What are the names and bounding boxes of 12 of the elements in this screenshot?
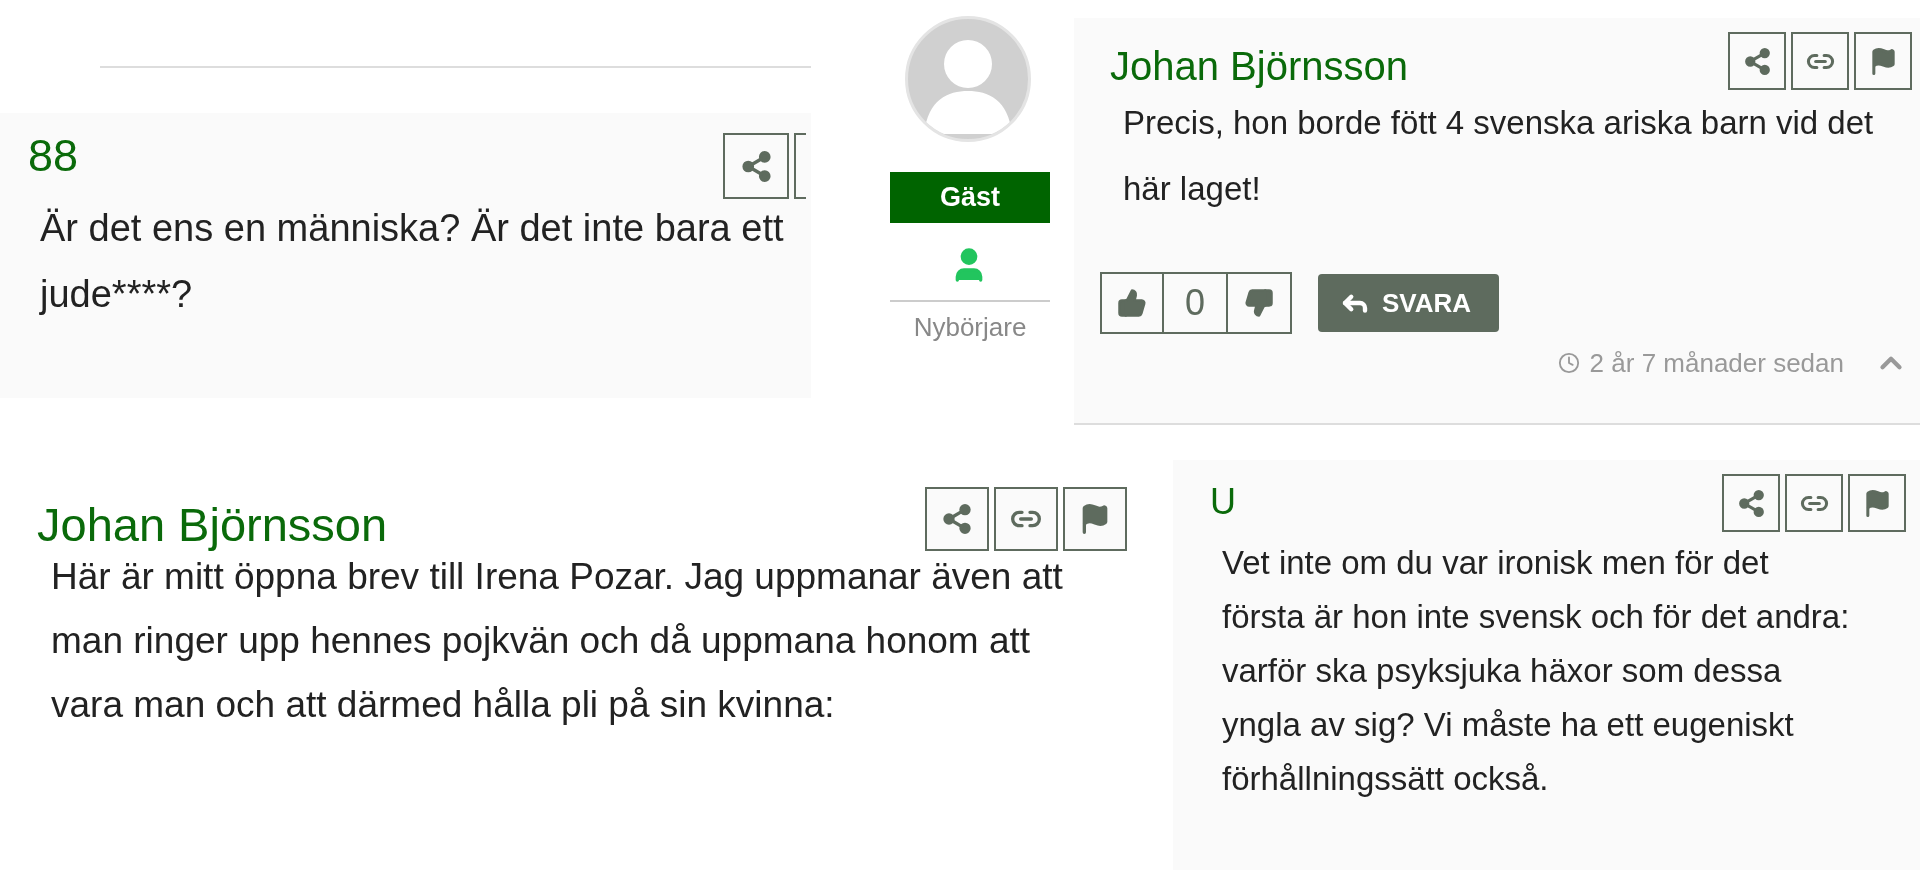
comment-text: Är det ens en människa? Är det inte bara ett jude****? <box>40 206 785 317</box>
comment-time: 2 år 7 månader sedan <box>1589 347 1844 379</box>
comment-text: Precis, hon borde fött 4 svenska ariska barn vid det här laget! <box>1123 103 1875 209</box>
comment-author: U <box>1210 480 1236 524</box>
user-rank: Nybörjare <box>890 300 1050 343</box>
reply-button[interactable]: SVARA <box>1318 274 1500 332</box>
comment-author: 88 <box>28 129 79 183</box>
comment-text: Här är mitt öppna brev till Irena Pozar. Jag uppmanar även att man ringer upp hennes pojkvän och då uppmana honom att vara man och att därmed hålla pli på sin kvinna: <box>51 555 1064 728</box>
comment-author: Johan Björnsson <box>1110 43 1408 90</box>
guest-badge: Gäst <box>890 172 1050 223</box>
comment-text: Vet inte om du var ironisk men för det första är hon inte svensk och för det andra: varför ska psyksjuka häxor som dessa yngla av sig? Vi måste ha ett eugeniskt förhållningssätt också. <box>1222 543 1851 799</box>
comment-author: Johan Björnsson <box>37 497 388 553</box>
